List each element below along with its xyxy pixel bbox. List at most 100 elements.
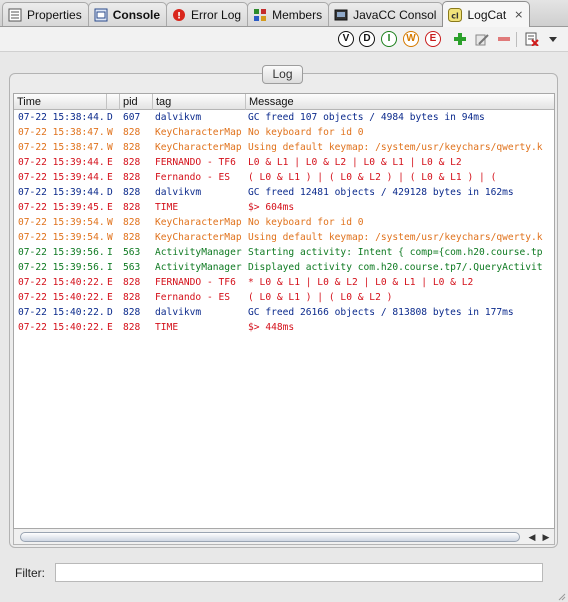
message-cell: * L0 & L1 | L0 & L2 | L0 & L1 | L0 & L2	[248, 277, 474, 288]
tab-properties[interactable]: Properties	[2, 2, 89, 26]
tag-cell: TIME	[155, 202, 179, 213]
pid-cell: 607	[123, 112, 141, 123]
log-table[interactable]: Time pid tag Message 07-22 15:38:44. D 607…	[13, 93, 555, 529]
level-cell: W	[107, 142, 113, 153]
close-icon[interactable]: ⨯	[514, 8, 523, 21]
tag-cell: KeyCharacterMap	[155, 142, 242, 153]
column-header-pid[interactable]: pid	[120, 94, 153, 110]
column-header-time[interactable]: Time	[14, 94, 107, 110]
table-row[interactable]: 07-22 15:39:44. E 828 Fernando - ES ( L0 & L…	[14, 170, 554, 185]
time-cell: 07-22 15:40:22.	[18, 307, 105, 318]
filter-input[interactable]	[55, 563, 543, 582]
column-header-level[interactable]	[107, 94, 120, 110]
tag-cell: dalvikvm	[155, 307, 202, 318]
message-cell: ( L0 & L1 ) | ( L0 & L2 ) | ( L0 & L1 ) …	[248, 172, 497, 183]
time-cell: 07-22 15:39:56.	[18, 247, 105, 258]
level-cell: E	[107, 292, 113, 303]
tag-cell: ActivityManager	[155, 262, 242, 273]
members-icon	[252, 7, 268, 23]
tag-cell: Fernando - ES	[155, 172, 231, 183]
table-row[interactable]: 07-22 15:39:44. E 828 FERNANDO - TF6 L0 & L1…	[14, 155, 554, 170]
clear-log-icon[interactable]	[524, 31, 540, 47]
time-cell: 07-22 15:38:47.	[18, 142, 105, 153]
table-row[interactable]: 07-22 15:39:44. D 828 dalvikvm GC freed 1248…	[14, 185, 554, 200]
tab-members[interactable]: Members	[247, 2, 330, 26]
debug-filter-button[interactable]: D	[359, 31, 375, 47]
tag-cell: dalvikvm	[155, 112, 202, 123]
edit-filter-icon[interactable]	[474, 31, 490, 47]
table-row[interactable]: 07-22 15:39:54. W 828 KeyCharacterMap Using …	[14, 230, 554, 245]
scrollbar-thumb[interactable]	[20, 532, 520, 542]
log-filter-tab[interactable]: Log	[262, 65, 303, 84]
time-cell: 07-22 15:39:56.	[18, 262, 105, 273]
table-row[interactable]: 07-22 15:38:47. W 828 KeyCharacterMap No key…	[14, 125, 554, 140]
scroll-right-icon[interactable]: ▶	[540, 531, 552, 543]
tag-cell: TIME	[155, 322, 179, 333]
toolbar-separator	[516, 32, 517, 47]
pid-cell: 828	[123, 202, 141, 213]
tab-logcat[interactable]: cl LogCat ⨯	[442, 1, 531, 27]
column-header-tag[interactable]: tag	[153, 94, 246, 110]
log-rows: 07-22 15:38:44. D 607 dalvikvm GC freed 107 …	[14, 110, 554, 335]
logcat-icon: cl	[447, 7, 463, 23]
remove-filter-icon[interactable]	[496, 31, 512, 47]
message-cell: No keyboard for id 0	[248, 217, 364, 228]
pid-cell: 828	[123, 232, 141, 243]
table-row[interactable]: 07-22 15:38:47. W 828 KeyCharacterMap Using …	[14, 140, 554, 155]
error-filter-button[interactable]: E	[425, 31, 441, 47]
column-header-message[interactable]: Message	[246, 94, 554, 110]
message-cell: GC freed 107 objects / 4984 bytes in 94m…	[248, 112, 485, 123]
error-log-icon: !	[171, 7, 187, 23]
level-cell: E	[107, 322, 113, 333]
pid-cell: 563	[123, 247, 141, 258]
pid-cell: 828	[123, 127, 141, 138]
tag-cell: KeyCharacterMap	[155, 217, 242, 228]
info-filter-button[interactable]: I	[381, 31, 397, 47]
time-cell: 07-22 15:40:22.	[18, 277, 105, 288]
filter-label: Filter:	[15, 566, 45, 580]
resize-grip-icon[interactable]	[556, 590, 566, 601]
tag-cell: FERNANDO - TF6	[155, 277, 236, 288]
pid-cell: 828	[123, 307, 141, 318]
table-row[interactable]: 07-22 15:40:22. E 828 TIME $> 448ms	[14, 320, 554, 335]
level-cell: D	[107, 187, 113, 198]
message-cell: GC freed 12481 objects / 429128 bytes in…	[248, 187, 514, 198]
table-row[interactable]: 07-22 15:39:56. I 563 ActivityManager Displa…	[14, 260, 554, 275]
logcat-toolbar: V D I W E	[0, 27, 568, 52]
time-cell: 07-22 15:39:45.	[18, 202, 105, 213]
table-row[interactable]: 07-22 15:39:45. E 828 TIME $> 604ms	[14, 200, 554, 215]
table-header: Time pid tag Message	[14, 94, 554, 110]
tab-console[interactable]: Console	[87, 2, 168, 26]
table-row[interactable]: 07-22 15:40:22. D 828 dalvikvm GC freed 2616…	[14, 305, 554, 320]
horizontal-scrollbar[interactable]: ◀ ▶	[13, 529, 555, 545]
level-cell: I	[107, 262, 113, 273]
message-cell: Starting activity: Intent { comp={com.h2…	[248, 247, 543, 258]
tab-javacc-console[interactable]: JavaCC Consol	[328, 2, 444, 26]
level-cell: I	[107, 247, 113, 258]
tab-error-log[interactable]: ! Error Log	[166, 2, 249, 26]
message-cell: $> 604ms	[248, 202, 295, 213]
table-row[interactable]: 07-22 15:39:56. I 563 ActivityManager Starti…	[14, 245, 554, 260]
time-cell: 07-22 15:40:22.	[18, 322, 105, 333]
verbose-filter-button[interactable]: V	[338, 31, 354, 47]
view-menu-chevron-down-icon[interactable]	[545, 31, 561, 47]
message-cell: L0 & L1 | L0 & L2 | L0 & L1 | L0 & L2	[248, 157, 462, 168]
level-cell: E	[107, 202, 113, 213]
warn-filter-button[interactable]: W	[403, 31, 419, 47]
pid-cell: 828	[123, 142, 141, 153]
add-filter-icon[interactable]	[452, 31, 468, 47]
scroll-left-icon[interactable]: ◀	[526, 531, 538, 543]
table-row[interactable]: 07-22 15:40:22. E 828 Fernando - ES ( L0 & L…	[14, 290, 554, 305]
tab-label: JavaCC Consol	[353, 7, 437, 22]
table-row[interactable]: 07-22 15:40:22. E 828 FERNANDO - TF6 * L0 & …	[14, 275, 554, 290]
tag-cell: Fernando - ES	[155, 292, 231, 303]
time-cell: 07-22 15:39:54.	[18, 217, 105, 228]
pid-cell: 828	[123, 292, 141, 303]
message-cell: Displayed activity com.h20.course.tp7/.Q…	[248, 262, 543, 273]
message-cell: Using default keymap: /system/usr/keycha…	[248, 232, 543, 243]
table-row[interactable]: 07-22 15:39:54. W 828 KeyCharacterMap No key…	[14, 215, 554, 230]
pid-cell: 828	[123, 322, 141, 333]
table-row[interactable]: 07-22 15:38:44. D 607 dalvikvm GC freed 107 …	[14, 110, 554, 125]
level-cell: D	[107, 112, 113, 123]
properties-icon	[7, 7, 23, 23]
